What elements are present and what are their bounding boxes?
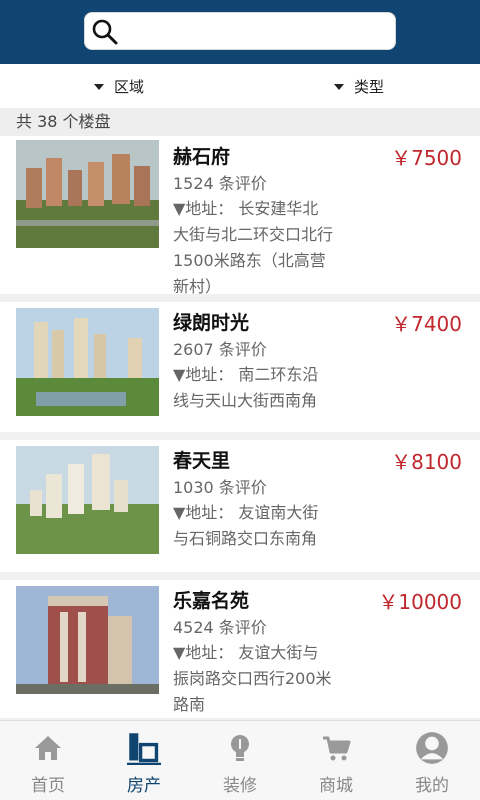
caret-down-icon [94,83,104,90]
listing-price: ￥7500 [391,146,462,170]
listing-item[interactable]: 绿朗时光 ￥7400 2607 条评价 ▼地址： 南二环东沿线与天山大街西南角 [0,302,480,432]
area-filter-label: 区域 [114,77,145,96]
bottom-tab-bar: 首页 房产 装修 商城 我的 [0,720,480,800]
listing-photo [16,308,159,416]
listing-address: ▼地址： 友谊南大街与石铜路交口东南角 [173,503,319,548]
listing-item[interactable]: 赫石府 ￥7500 1524 条评价 ▼地址： 长安建华北大街与北二环交口北行1… [0,136,480,296]
user-icon [416,732,448,764]
filter-bar: 区域 类型 [0,64,480,108]
search-box[interactable] [84,12,396,50]
tab-mall-label: 商城 [319,776,353,796]
app-header [0,0,480,64]
listing-name: 乐嘉名苑 [173,590,250,612]
listing-reviews: 1030 条评价 [173,478,267,497]
listing-name: 绿朗时光 [173,312,250,334]
home-icon [35,736,61,760]
listing-address: ▼地址： 长安建华北大街与北二环交口北行1500米路东（北高营新村） [173,199,334,296]
listing-item[interactable]: 乐嘉名苑 ￥10000 4524 条评价 ▼地址： 友谊大街与振岗路交口西行20… [0,580,480,718]
tab-mine-label: 我的 [415,776,449,796]
listing-price: ￥8100 [391,450,462,474]
caret-down-icon [334,83,344,90]
result-count: 共 38 个楼盘 [0,108,480,136]
listing-reviews: 1524 条评价 [173,174,267,193]
listing-name: 春天里 [173,450,231,472]
area-filter[interactable]: 区域 [94,64,144,108]
listing-name: 赫石府 [173,146,231,168]
search-input[interactable] [125,17,387,45]
listing-photo [16,586,159,694]
type-filter-label: 类型 [354,77,385,96]
listing-item[interactable]: 春天里 ￥8100 1030 条评价 ▼地址： 友谊南大街与石铜路交口东南角 [0,440,480,572]
listing-reviews: 4524 条评价 [173,618,267,637]
tab-home[interactable]: 首页 [0,721,96,800]
listing-reviews: 2607 条评价 [173,340,267,359]
listing-photo [16,446,159,554]
tab-mine[interactable]: 我的 [384,721,480,800]
building-icon [127,733,161,765]
listing-price: ￥7400 [391,312,462,336]
tab-decoration[interactable]: 装修 [192,721,288,800]
listing-address: ▼地址： 南二环东沿线与天山大街西南角 [173,365,319,410]
tab-property-label: 房产 [127,776,161,796]
lightbulb-icon [231,735,249,761]
listing-photo [16,140,159,248]
tab-property[interactable]: 房产 [96,721,192,800]
tab-mall[interactable]: 商城 [288,721,384,800]
listing-price: ￥10000 [378,590,462,614]
tab-decoration-label: 装修 [223,776,257,796]
cart-icon [323,736,351,761]
type-filter[interactable]: 类型 [334,64,384,108]
listing-list[interactable]: 赫石府 ￥7500 1524 条评价 ▼地址： 长安建华北大街与北二环交口北行1… [0,136,480,718]
listing-address: ▼地址： 友谊大街与振岗路交口西行200米路南 [173,643,332,714]
search-icon [92,19,118,45]
tab-home-label: 首页 [31,776,65,796]
